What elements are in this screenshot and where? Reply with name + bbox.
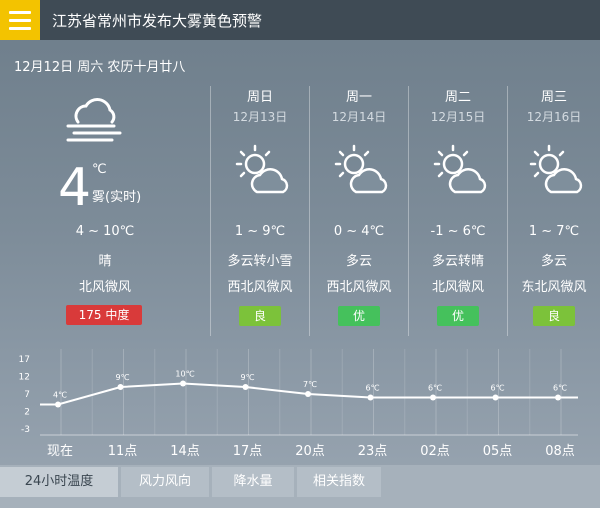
x-tick-label: 05点 — [483, 444, 513, 459]
tab-precipitation[interactable]: 降水量 — [212, 467, 294, 497]
temperature-point-label: 6℃ — [490, 384, 504, 393]
forecast-day-3[interactable]: 周二 12月15日 -1 ~ 6℃ 多云转晴 北风微风 优 — [408, 86, 507, 336]
forecast-wind: 东北风微风 — [521, 280, 587, 295]
temperature-point-label: 10℃ — [175, 370, 194, 379]
chart-tabs: 24小时温度 风力风向 降水量 相关指数 — [0, 465, 600, 508]
fog-icon — [64, 96, 124, 150]
tab-24h-temperature[interactable]: 24小时温度 — [0, 467, 118, 497]
x-tick-label: 23点 — [358, 444, 388, 459]
partly-cloudy-icon — [231, 142, 291, 202]
forecast-temp-range: 0 ~ 4℃ — [333, 224, 385, 239]
today-wind: 北风微风 — [78, 280, 131, 295]
forecast-day-label: 周三 — [540, 90, 567, 105]
forecast-date: 12月16日 — [526, 110, 582, 124]
menu-icon[interactable] — [0, 0, 40, 40]
y-tick-label: 17 — [19, 355, 30, 365]
forecast-temp-range: -1 ~ 6℃ — [430, 224, 486, 239]
forecast-day-label: 周日 — [246, 90, 273, 105]
alert-bar[interactable]: 江苏省常州市发布大雾黄色预警 — [0, 0, 600, 40]
x-tick-label: 17点 — [233, 444, 263, 459]
temperature-point — [430, 394, 436, 401]
forecast-date: 12月15日 — [430, 110, 486, 124]
forecast-day-4[interactable]: 周三 12月16日 1 ~ 7℃ 多云 东北风微风 良 — [507, 86, 600, 336]
temperature-point — [242, 384, 249, 390]
current-condition: 雾(实时) — [92, 190, 142, 205]
forecast-aqi-badge[interactable]: 优 — [437, 306, 479, 326]
current-temperature: 4 — [58, 158, 92, 218]
forecast-temp-range: 1 ~ 7℃ — [528, 224, 580, 239]
tab-related-index[interactable]: 相关指数 — [297, 467, 381, 497]
temperature-point — [55, 401, 61, 408]
forecast-aqi-badge[interactable]: 优 — [338, 306, 380, 326]
temperature-unit: ℃ — [92, 162, 107, 177]
x-tick-label: 20点 — [295, 444, 325, 459]
today-panel: 4 ℃ 雾(实时) 4 ~ 10℃ 晴 北风微风 175 中度 — [40, 90, 200, 330]
x-tick-label: 14点 — [170, 444, 200, 459]
temperature-point — [492, 394, 499, 401]
today-temp-range: 4 ~ 10℃ — [75, 224, 135, 239]
forecast-wind: 西北风微风 — [227, 280, 293, 295]
y-tick-label: 2 — [24, 408, 30, 418]
tab-wind[interactable]: 风力风向 — [121, 467, 209, 497]
x-tick-label: 现在 — [47, 444, 73, 459]
forecast-date: 12月14日 — [331, 110, 387, 124]
y-tick-label: -3 — [21, 425, 30, 435]
x-tick-label: 11点 — [108, 444, 138, 459]
x-tick-label: 02点 — [420, 444, 450, 459]
temperature-point-label: 6℃ — [365, 384, 379, 393]
temperature-point — [367, 394, 374, 401]
forecast-day-label: 周二 — [444, 90, 471, 105]
today-weather: 晴 — [98, 254, 112, 269]
partly-cloudy-icon — [525, 142, 585, 202]
temperature-point — [180, 380, 186, 387]
temperature-point — [305, 391, 311, 397]
partly-cloudy-icon — [429, 142, 489, 202]
temperature-point — [117, 384, 124, 390]
y-tick-label: 12 — [19, 373, 30, 383]
forecast-weather: 多云转晴 — [431, 254, 484, 269]
temperature-point-label: 6℃ — [553, 384, 567, 393]
x-tick-label: 08点 — [545, 444, 575, 459]
temperature-point-label: 9℃ — [115, 373, 129, 382]
hourly-temperature-svg: 17 12 7 2 -3 4℃ 9℃ 10℃ 9℃ 7℃ 6℃ 6℃ 6℃ 6℃ 现在 11点 14点 17点 20… — [19, 349, 578, 459]
partly-cloudy-icon — [330, 142, 390, 202]
temperature-point — [555, 394, 561, 401]
temperature-point-label: 9℃ — [240, 373, 254, 382]
forecast-temp-range: 1 ~ 9℃ — [234, 224, 286, 239]
forecast-aqi-badge[interactable]: 良 — [239, 306, 281, 326]
temperature-point-label: 7℃ — [303, 380, 317, 389]
temperature-point-label: 6℃ — [428, 384, 442, 393]
forecast-weather: 多云 — [345, 254, 372, 269]
forecast-weather: 多云 — [540, 254, 567, 269]
alert-title[interactable]: 江苏省常州市发布大雾黄色预警 — [52, 10, 262, 31]
y-tick-label: 7 — [24, 390, 30, 400]
temperature-point-label: 4℃ — [53, 391, 67, 400]
forecast-date: 12月13日 — [232, 110, 288, 124]
forecast-wind: 北风微风 — [431, 280, 484, 295]
forecast-day-2[interactable]: 周一 12月14日 0 ~ 4℃ 多云 西北风微风 优 — [309, 86, 408, 336]
today-aqi-badge[interactable]: 175 中度 — [66, 305, 142, 325]
forecast-day-label: 周一 — [345, 90, 372, 105]
forecast-aqi-badge[interactable]: 良 — [533, 306, 575, 326]
date-line: 12月12日 周六 农历十月廿八 — [14, 60, 186, 75]
hourly-temperature-chart: 17 12 7 2 -3 4℃ 9℃ 10℃ 9℃ 7℃ 6℃ 6℃ 6℃ 6℃ 现在 11点 14点 17点 20… — [0, 343, 600, 465]
forecast-weather: 多云转小雪 — [227, 254, 293, 269]
forecast-day-1[interactable]: 周日 12月13日 1 ~ 9℃ 多云转小雪 西北风微风 良 — [210, 86, 309, 336]
forecast-wind: 西北风微风 — [326, 280, 392, 295]
